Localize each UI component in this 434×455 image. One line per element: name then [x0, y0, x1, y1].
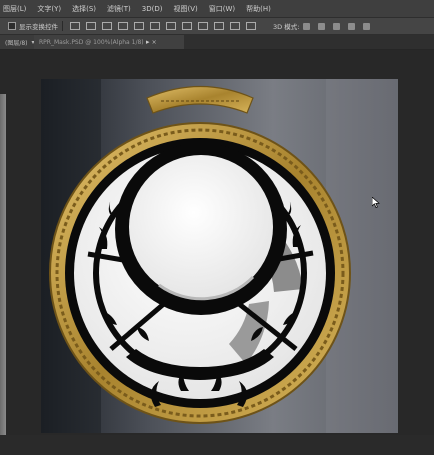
move-tool-icon[interactable]: [182, 22, 192, 30]
3d-mode-label: 3D 模式:: [273, 23, 300, 31]
move-tool-icon[interactable]: [70, 22, 80, 30]
checkbox-icon[interactable]: [8, 22, 16, 30]
divider: [62, 21, 63, 31]
workspace: [0, 50, 434, 455]
tab-overflow-arrow-icon[interactable]: ▸: [146, 38, 150, 46]
options-bar: 显示变换控件 3D 模式:: [0, 18, 434, 35]
align-buttons: [67, 22, 259, 30]
show-transform-controls-label: 显示变换控件: [19, 23, 58, 31]
move-tool-icon[interactable]: [246, 22, 256, 30]
3d-scale-icon[interactable]: [363, 22, 371, 30]
3d-rotate-icon[interactable]: [303, 22, 311, 30]
menu-3d[interactable]: 3D(D): [137, 5, 169, 13]
3d-pan-icon[interactable]: [333, 22, 341, 30]
move-tool-icon[interactable]: [150, 22, 160, 30]
move-tool-icon[interactable]: [198, 22, 208, 30]
move-tool-icon[interactable]: [230, 22, 240, 30]
close-icon[interactable]: ×: [152, 39, 157, 46]
cursor-icon: [372, 197, 380, 208]
menu-layer[interactable]: 图层(L): [0, 4, 32, 14]
canvas-artwork: [41, 79, 398, 433]
move-tool-icon[interactable]: [102, 22, 112, 30]
move-tool-icon[interactable]: [166, 22, 176, 30]
move-tool-icon[interactable]: [118, 22, 128, 30]
menu-window[interactable]: 窗口(W): [204, 4, 241, 14]
document-tab-bar: (图层/8) ▾ RPR_Mask.PSD @ 100%(Alpha 1/8) …: [0, 35, 434, 50]
tab-label: RPR_Mask.PSD @ 100%(Alpha 1/8): [39, 38, 144, 46]
document-canvas[interactable]: [41, 79, 398, 433]
menu-type[interactable]: 文字(Y): [32, 4, 67, 14]
menu-help[interactable]: 帮助(H): [241, 4, 277, 14]
previous-document-canvas-edge: [0, 94, 6, 454]
menu-bar: 图层(L) 文字(Y) 选择(S) 滤镜(T) 3D(D) 视图(V) 窗口(W…: [0, 0, 434, 18]
3d-slide-icon[interactable]: [348, 22, 356, 30]
document-tab-active[interactable]: RPR_Mask.PSD @ 100%(Alpha 1/8) ×: [34, 35, 184, 49]
menu-select[interactable]: 选择(S): [67, 4, 102, 14]
move-tool-icon[interactable]: [134, 22, 144, 30]
menu-filter[interactable]: 滤镜(T): [102, 4, 137, 14]
status-area: [0, 435, 434, 455]
3d-roll-icon[interactable]: [318, 22, 326, 30]
menu-view[interactable]: 视图(V): [168, 4, 203, 14]
move-tool-icon[interactable]: [86, 22, 96, 30]
move-tool-icon[interactable]: [214, 22, 224, 30]
tab-label: (图层/8): [5, 39, 28, 47]
